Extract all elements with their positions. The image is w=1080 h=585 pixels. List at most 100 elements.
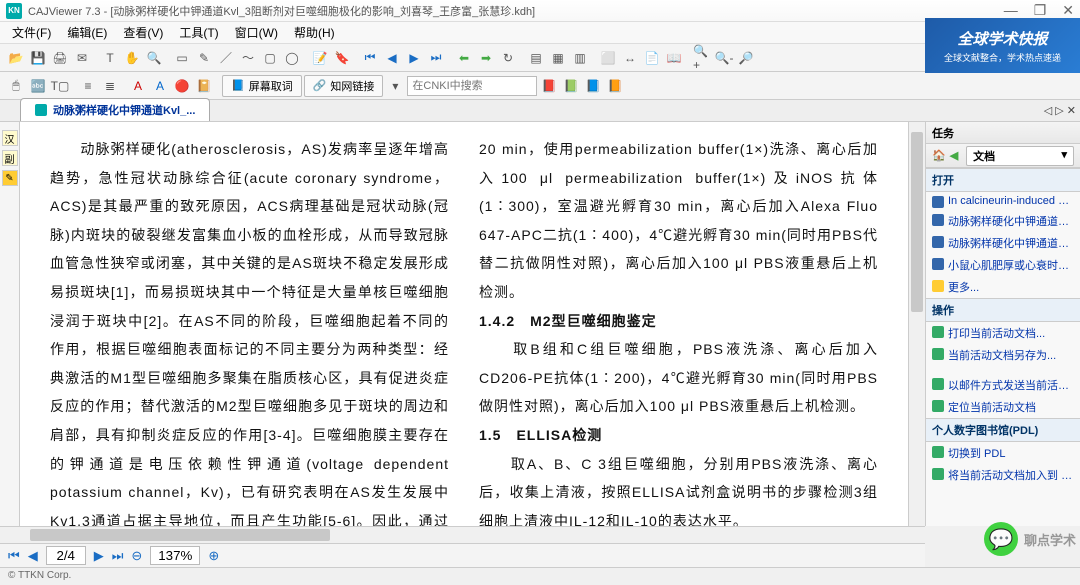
doc-category-select[interactable]: 文档▾: [966, 146, 1074, 166]
book4-icon[interactable]: 📙: [605, 76, 625, 96]
close-button[interactable]: ✕: [1062, 2, 1074, 19]
page-input[interactable]: [46, 546, 86, 565]
print-icon[interactable]: 🖨: [50, 48, 70, 68]
layout2-icon[interactable]: ▦: [548, 48, 568, 68]
bookmark-icon[interactable]: 🔖: [332, 48, 352, 68]
textbox-icon[interactable]: T▢: [50, 76, 70, 96]
menu-window[interactable]: 窗口(W): [227, 24, 286, 41]
menu-help[interactable]: 帮助(H): [286, 24, 343, 41]
ellipse-icon[interactable]: ◯: [282, 48, 302, 68]
fit-icon[interactable]: ⬜: [598, 48, 618, 68]
book3-icon[interactable]: 📘: [583, 76, 603, 96]
align-c-icon[interactable]: ≣: [100, 76, 120, 96]
zoom-in-icon[interactable]: ⊕: [208, 548, 219, 564]
home-icon[interactable]: 🏠: [932, 149, 946, 162]
color-icon[interactable]: 🔴: [172, 76, 192, 96]
recent-doc-4[interactable]: 小鼠心肌肥厚或心衰时心...: [926, 254, 1080, 276]
forward-icon[interactable]: ➡: [476, 48, 496, 68]
menu-tools[interactable]: 工具(T): [171, 24, 226, 41]
window-title: CAJViewer 7.3 - [动脉粥样硬化中钾通道Kvl_3阻断剂对巨噬细胞…: [28, 3, 1004, 19]
text-select-icon[interactable]: T: [100, 48, 120, 68]
zoom-out-icon[interactable]: ⊖: [131, 548, 142, 564]
note-icon[interactable]: 📝: [310, 48, 330, 68]
minimize-button[interactable]: —: [1004, 2, 1018, 19]
line-icon[interactable]: ／: [216, 48, 236, 68]
book-icon[interactable]: 📖: [664, 48, 684, 68]
pager-next-icon[interactable]: ▶: [94, 548, 104, 564]
section-pdl: 个人数字图书馆(PDL): [926, 418, 1080, 442]
search-input[interactable]: [407, 76, 537, 96]
op-saveas[interactable]: 当前活动文档另存为...: [926, 344, 1080, 366]
next-icon[interactable]: ▶: [404, 48, 424, 68]
left-sidebar: 汉 副 ✎: [0, 122, 20, 526]
pager-last-icon[interactable]: ⏭: [112, 548, 124, 564]
align-l-icon[interactable]: ≡: [78, 76, 98, 96]
task-panel: 任务 🏠 ◀ 文档▾ 打开 In calcineurin-induced ca.…: [925, 122, 1080, 526]
first-icon[interactable]: ⏮: [360, 48, 380, 68]
recent-doc-1[interactable]: In calcineurin-induced ca...: [926, 192, 1080, 210]
maximize-button[interactable]: ❐: [1034, 2, 1047, 19]
mail-icon[interactable]: ✉: [72, 48, 92, 68]
menu-bar: 文件(F) 编辑(E) 查看(V) 工具(T) 窗口(W) 帮助(H): [0, 22, 1080, 44]
side-tab-2[interactable]: 副: [2, 150, 18, 166]
side-tab-3[interactable]: ✎: [2, 170, 18, 186]
search-icon[interactable]: 🔎: [736, 48, 756, 68]
prev-icon[interactable]: ◀: [382, 48, 402, 68]
select-icon[interactable]: ▭: [172, 48, 192, 68]
save-icon[interactable]: 💾: [28, 48, 48, 68]
highlight-icon[interactable]: ✎: [194, 48, 214, 68]
horizontal-scrollbar[interactable]: [0, 526, 925, 543]
op-print[interactable]: 打印当前活动文档...: [926, 322, 1080, 344]
pager-first-icon[interactable]: ⏮: [8, 548, 20, 564]
more-docs[interactable]: 更多...: [926, 276, 1080, 298]
cnki-banner[interactable]: 全球学术快报 全球文献整合，学术热点速递: [925, 18, 1080, 73]
zoom-input[interactable]: [150, 546, 200, 565]
section-ops: 操作: [926, 298, 1080, 322]
recent-doc-2[interactable]: 动脉粥样硬化中钾通道Kvl...: [926, 210, 1080, 232]
rotate-icon[interactable]: ↻: [498, 48, 518, 68]
dropdown-icon[interactable]: ▾: [385, 76, 405, 96]
zoom-icon[interactable]: 🔍: [144, 48, 164, 68]
zoomin-icon[interactable]: 🔍+: [692, 48, 712, 68]
menu-file[interactable]: 文件(F): [4, 24, 59, 41]
pdl-add[interactable]: 将当前活动文档加入到 PDL: [926, 464, 1080, 486]
back-icon[interactable]: ⬅: [454, 48, 474, 68]
op-locate[interactable]: 定位当前活动文档: [926, 396, 1080, 418]
zoomout-icon[interactable]: 🔍-: [714, 48, 734, 68]
book1-icon[interactable]: 📕: [539, 76, 559, 96]
last-icon[interactable]: ⏭: [426, 48, 446, 68]
tab-active[interactable]: 动脉粥样硬化中钾通道Kvl_...: [20, 98, 210, 121]
back-icon[interactable]: ◀: [950, 149, 958, 162]
width-icon[interactable]: ↔: [620, 48, 640, 68]
ocr-icon[interactable]: 🔤: [28, 76, 48, 96]
page-icon[interactable]: 📄: [642, 48, 662, 68]
book2-icon[interactable]: 📗: [561, 76, 581, 96]
cursor-icon[interactable]: 🖱: [6, 76, 26, 96]
text-column-right: 20 min，使用permeabilization buffer(1×)洗涤、离…: [479, 136, 878, 512]
document-tabs: 动脉粥样硬化中钾通道Kvl_... ◁ ▷ ✕: [0, 100, 1080, 122]
open-icon[interactable]: 📂: [6, 48, 26, 68]
wechat-icon: 💬: [984, 522, 1018, 556]
vertical-scrollbar[interactable]: [908, 122, 925, 526]
layout3-icon[interactable]: ▥: [570, 48, 590, 68]
menu-view[interactable]: 查看(V): [115, 24, 171, 41]
app-logo: KN: [6, 3, 22, 19]
layout1-icon[interactable]: ▤: [526, 48, 546, 68]
hand-icon[interactable]: ✋: [122, 48, 142, 68]
redtext-icon[interactable]: A: [128, 76, 148, 96]
menu-edit[interactable]: 编辑(E): [59, 24, 115, 41]
bluetext-icon[interactable]: A: [150, 76, 170, 96]
screen-word-button[interactable]: 📘屏幕取词: [222, 75, 302, 97]
op-mail[interactable]: 以邮件方式发送当前活动...: [926, 374, 1080, 396]
pager-prev-icon[interactable]: ◀: [28, 548, 38, 564]
tab-controls[interactable]: ◁ ▷ ✕: [1044, 104, 1076, 117]
cnki-link-button[interactable]: 🔗知网链接: [304, 75, 384, 97]
rect-icon[interactable]: ▢: [260, 48, 280, 68]
side-tab-1[interactable]: 汉: [2, 130, 18, 146]
task-panel-title: 任务: [932, 125, 954, 141]
dict-icon[interactable]: 📔: [194, 76, 214, 96]
recent-doc-3[interactable]: 动脉粥样硬化中钾通道Kvl...: [926, 232, 1080, 254]
section-open: 打开: [926, 168, 1080, 192]
curve-icon[interactable]: ～: [238, 48, 258, 68]
pdl-switch[interactable]: 切换到 PDL: [926, 442, 1080, 464]
